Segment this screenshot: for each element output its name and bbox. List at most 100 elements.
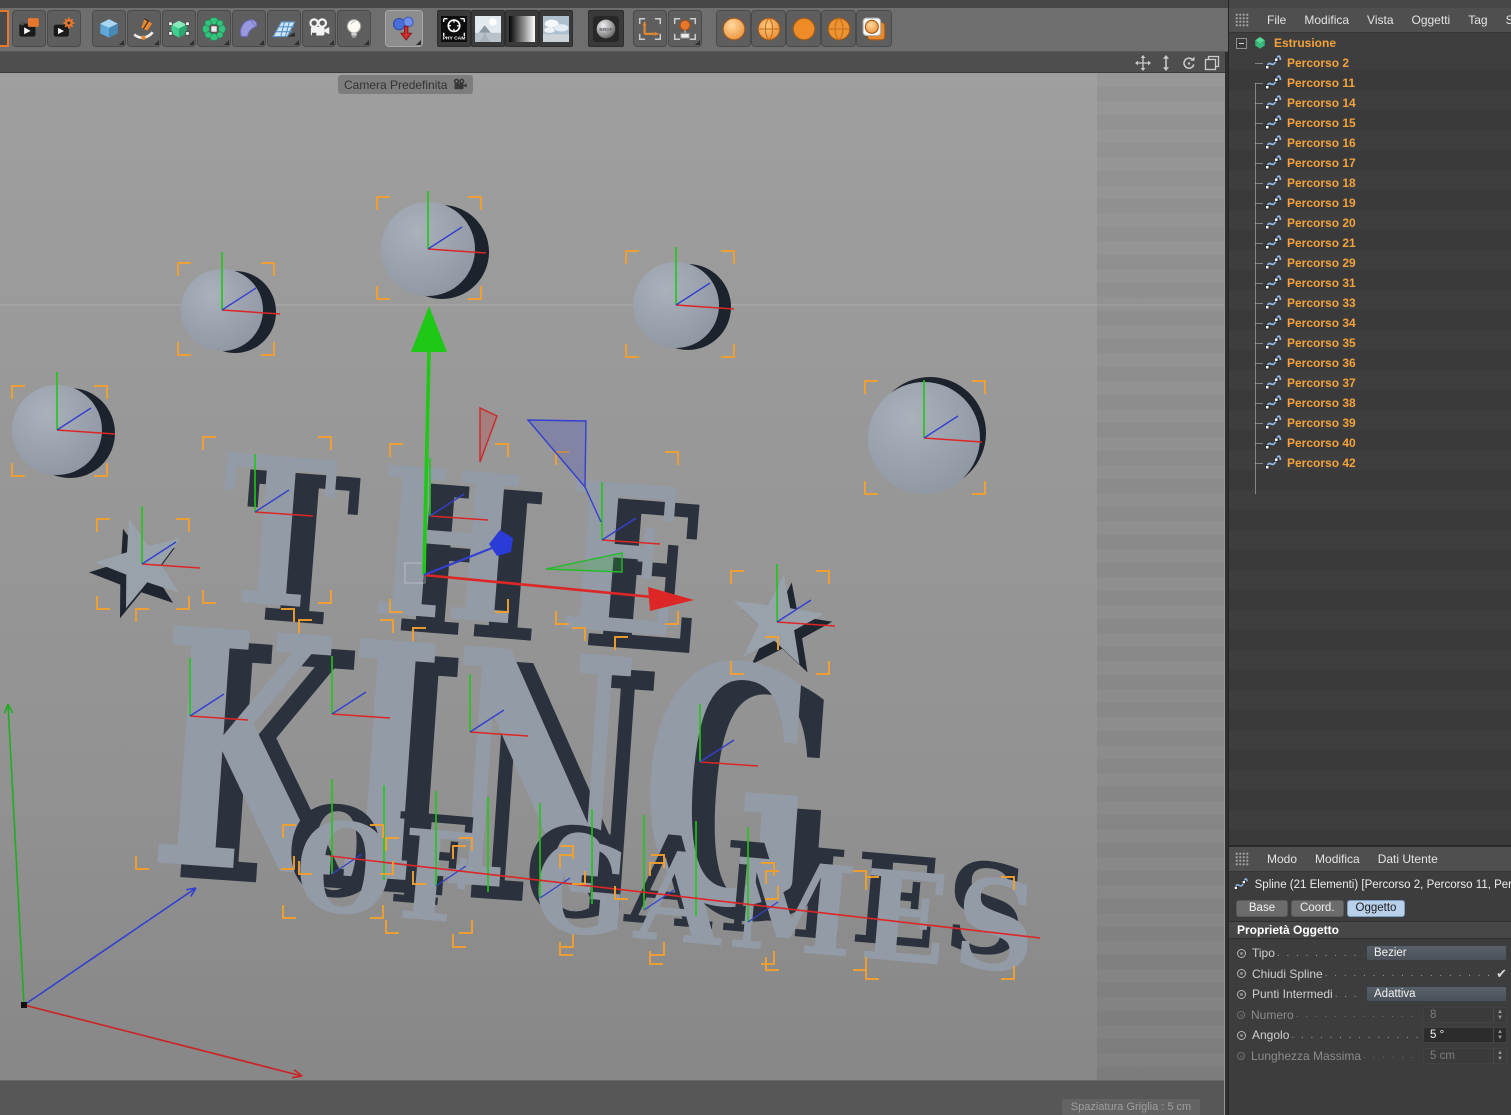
tree-item-percorso-35[interactable]: Percorso 35	[1229, 333, 1511, 353]
tree-item-percorso-15[interactable]: Percorso 15	[1229, 113, 1511, 133]
stepper[interactable]: ▲ ▼	[1493, 1048, 1506, 1063]
tree-item-percorso-17[interactable]: Percorso 17	[1229, 153, 1511, 173]
live-selection-tool-button[interactable]	[0, 10, 9, 47]
tree-item-percorso-20[interactable]: Percorso 20	[1229, 213, 1511, 233]
simulate-gravity-button[interactable]	[385, 10, 423, 47]
right-panel: File Modifica Vista Oggetti Tag Segnalibri Es…	[1228, 0, 1511, 1115]
object-label: Percorso 36	[1287, 356, 1356, 370]
material-sphere-flat-button[interactable]	[786, 10, 821, 47]
camera-label-badge[interactable]: Camera Predefinita	[338, 75, 474, 94]
physical-camera-button[interactable]: PHY CAM	[437, 10, 471, 47]
tree-item-percorso-31[interactable]: Percorso 31	[1229, 273, 1511, 293]
viewport-canvas[interactable]: THE THE KING KING OF GAMES OF GAMES	[0, 73, 1225, 1080]
lunghezza-massima-field[interactable]: 5 cm ▲ ▼	[1423, 1047, 1507, 1064]
tree-item-percorso-36[interactable]: Percorso 36	[1229, 353, 1511, 373]
tree-item-percorso-34[interactable]: Percorso 34	[1229, 313, 1511, 333]
selection-info-text: Spline (21 Elementi) [Percorso 2, Percor…	[1254, 879, 1511, 891]
drag-grip-icon[interactable]	[1235, 13, 1249, 27]
viewport-pan-icon[interactable]	[1134, 54, 1151, 71]
collapse-toggle[interactable]	[1236, 37, 1247, 49]
om-menu-item-file[interactable]: File	[1267, 13, 1286, 27]
numero-field[interactable]: 8 ▲ ▼	[1423, 1006, 1507, 1023]
move-gizmo-y-arrow[interactable]	[411, 306, 447, 352]
object-label: Percorso 20	[1287, 216, 1356, 230]
tipo-dropdown[interactable]: Bezier	[1366, 945, 1507, 962]
subdivision-surface-button[interactable]	[162, 10, 196, 47]
spline-pen-button[interactable]	[127, 10, 161, 47]
viewport-maximize-icon[interactable]	[1203, 54, 1220, 71]
brdf-material-button[interactable]: BRDF	[588, 10, 624, 47]
stepper[interactable]: ▲ ▼	[1493, 1007, 1506, 1022]
gradient-preset-button[interactable]	[505, 10, 539, 47]
main-toolbar: PHY CAM BRDF	[0, 8, 1228, 52]
object-label: Percorso 35	[1287, 336, 1356, 350]
animation-dot-icon[interactable]	[1237, 989, 1246, 999]
stepper[interactable]: ▲ ▼	[1493, 1028, 1506, 1043]
tree-item-percorso-16[interactable]: Percorso 16	[1229, 133, 1511, 153]
animation-dot-icon[interactable]	[1237, 1010, 1245, 1019]
viewport-rotate-icon[interactable]	[1180, 54, 1197, 71]
render-settings-button[interactable]	[47, 10, 81, 47]
floor-button[interactable]	[267, 10, 301, 47]
attribute-tab-base[interactable]: Base	[1236, 900, 1288, 917]
viewport-right-shading	[1097, 73, 1225, 1080]
tree-item-percorso-18[interactable]: Percorso 18	[1229, 173, 1511, 193]
viewport-dolly-icon[interactable]	[1157, 54, 1174, 71]
tree-item-percorso-2[interactable]: Percorso 2	[1229, 53, 1511, 73]
om-menu-item-tag[interactable]: Tag	[1468, 13, 1487, 27]
volume-mesh-button[interactable]	[232, 10, 266, 47]
tree-item-percorso-39[interactable]: Percorso 39	[1229, 413, 1511, 433]
spline-icon	[1265, 254, 1282, 269]
material-sphere-banded-button[interactable]	[821, 10, 856, 47]
am-menu-item-modifica[interactable]: Modifica	[1315, 852, 1360, 866]
axis-center-button[interactable]	[668, 10, 702, 47]
deformer-button[interactable]	[197, 10, 231, 47]
spline-icon	[1265, 354, 1282, 369]
material-sphere-shaded-button[interactable]	[716, 10, 751, 47]
angolo-field[interactable]: 5 ° ▲ ▼	[1423, 1027, 1507, 1044]
animation-dot-icon[interactable]	[1237, 1051, 1245, 1060]
tree-item-estrusione[interactable]: Estrusione	[1229, 33, 1511, 53]
om-menu-item-vista[interactable]: Vista	[1367, 13, 1393, 27]
tree-item-percorso-37[interactable]: Percorso 37	[1229, 373, 1511, 393]
material-layer-button[interactable]	[856, 10, 892, 47]
clouds-preset-button[interactable]	[539, 10, 573, 47]
attribute-tab-oggetto[interactable]: Oggetto	[1346, 900, 1406, 917]
tree-item-percorso-19[interactable]: Percorso 19	[1229, 193, 1511, 213]
drag-grip-icon[interactable]	[1235, 852, 1249, 866]
light-button[interactable]	[337, 10, 371, 47]
am-menu-item-dati-utente[interactable]: Dati Utente	[1378, 852, 1438, 866]
camera-button[interactable]	[302, 10, 336, 47]
tree-item-percorso-21[interactable]: Percorso 21	[1229, 233, 1511, 253]
param-row-tipo: Tipo. . . . . . . . . . . . . . . . . . …	[1229, 943, 1511, 964]
add-primitive-cube-icon	[100, 18, 118, 38]
tree-item-percorso-29[interactable]: Percorso 29	[1229, 253, 1511, 273]
animation-dot-icon[interactable]	[1237, 969, 1246, 979]
punti-intermedi-dropdown[interactable]: Adattiva	[1366, 986, 1507, 1003]
sky-preset-button[interactable]	[471, 10, 505, 47]
tree-item-percorso-42[interactable]: Percorso 42	[1229, 453, 1511, 473]
axis-modify-button[interactable]	[633, 10, 667, 47]
om-menu-item-segnalibri[interactable]: Segnalibri	[1506, 13, 1511, 27]
material-sphere-lined-button[interactable]	[751, 10, 786, 47]
render-view-button[interactable]	[12, 10, 46, 47]
animation-dot-icon[interactable]	[1237, 1030, 1246, 1040]
tree-item-percorso-38[interactable]: Percorso 38	[1229, 393, 1511, 413]
tree-item-percorso-11[interactable]: Percorso 11	[1229, 73, 1511, 93]
chiudi-spline-checkbox[interactable]: ✔	[1496, 966, 1507, 982]
light-icon	[346, 18, 362, 38]
subdivision-surface-icon	[168, 20, 190, 38]
dotted-leader: . . . . . . . . . . . . . . . . . . . . …	[1295, 1009, 1421, 1021]
spline-icon	[1265, 94, 1282, 109]
tree-branch-line	[1255, 462, 1263, 464]
am-menu-item-modo[interactable]: Modo	[1267, 852, 1297, 866]
attribute-tab-coord[interactable]: Coord.	[1291, 900, 1344, 917]
om-menu-item-oggetti[interactable]: Oggetti	[1412, 13, 1451, 27]
animation-dot-icon[interactable]	[1237, 948, 1246, 958]
tree-item-percorso-33[interactable]: Percorso 33	[1229, 293, 1511, 313]
add-primitive-cube-button[interactable]	[92, 10, 126, 47]
om-menu-item-modifica[interactable]: Modifica	[1304, 13, 1349, 27]
tree-item-percorso-40[interactable]: Percorso 40	[1229, 433, 1511, 453]
viewport[interactable]: THE THE KING KING OF GAMES OF GAMES Came…	[0, 73, 1225, 1080]
tree-item-percorso-14[interactable]: Percorso 14	[1229, 93, 1511, 113]
